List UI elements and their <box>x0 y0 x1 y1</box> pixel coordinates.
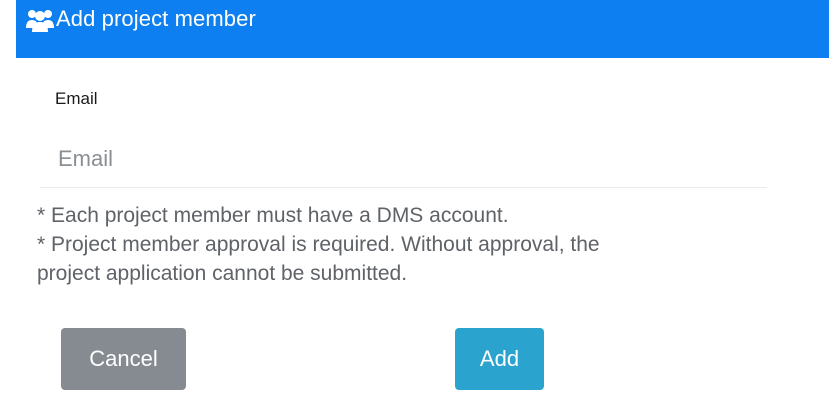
cancel-button[interactable]: Cancel <box>61 328 186 390</box>
dialog-header: Add project member <box>16 0 829 58</box>
dialog-title: Add project member <box>56 6 256 31</box>
users-icon <box>26 6 54 32</box>
notes-text: * Each project member must have a DMS ac… <box>37 201 797 288</box>
note-line: project application cannot be submitted. <box>37 262 408 285</box>
add-button[interactable]: Add <box>455 328 544 390</box>
email-label: Email <box>55 89 98 108</box>
note-line: * Each project member must have a DMS ac… <box>37 204 509 227</box>
email-input[interactable] <box>40 130 767 188</box>
note-line: * Project member approval is required. W… <box>37 233 600 256</box>
add-member-dialog: Add project member Email * Each project … <box>0 0 829 412</box>
